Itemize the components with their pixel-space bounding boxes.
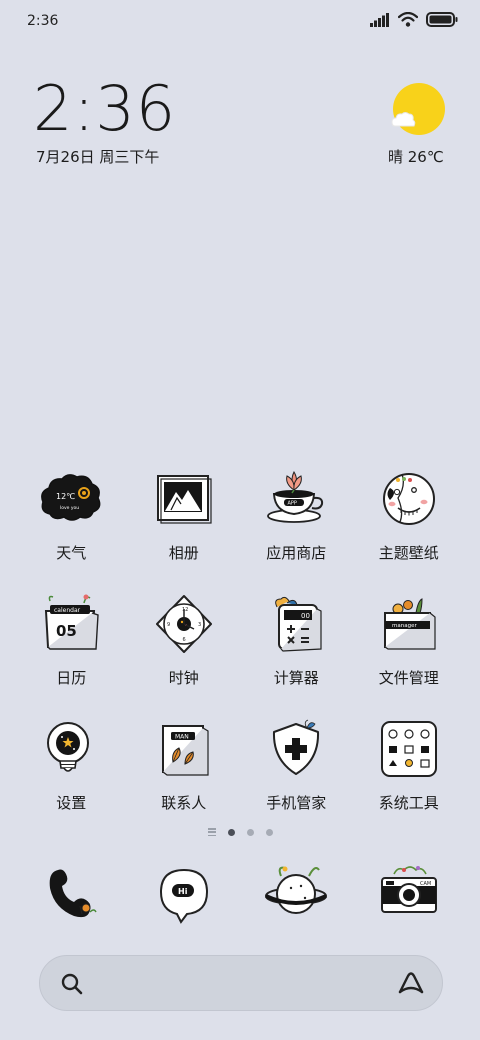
app-contacts[interactable]: MAN 联系人 [128,712,241,837]
search-bar[interactable] [39,955,443,1011]
app-weather[interactable]: 12℃ love you 天气 [15,462,128,587]
sun-cloud-icon[interactable] [388,82,446,140]
clock-widget-date[interactable]: 7月26日 周三下午 [36,146,159,167]
app-label: 手机管家 [266,794,327,812]
app-drawer-lines-icon[interactable] [207,828,216,836]
calendar-badge-text: calendar [54,607,81,614]
camera-icon: CAM [380,866,437,913]
smiley-face-icon [382,473,435,525]
app-store[interactable]: APP 应用商店 [240,462,353,587]
weather-icon-temp: 12℃ [56,492,75,501]
search-icon[interactable] [60,972,84,996]
app-label: 联系人 [161,794,207,812]
app-label: 日历 [56,669,87,687]
app-gallery[interactable]: 相册 [128,462,241,587]
weather-cloud-icon: 12℃ love you [41,474,101,521]
coffee-cup-icon: APP [267,470,324,523]
contact-book-icon: MAN [161,725,209,776]
calendar-day-text: 05 [56,622,77,640]
calculator-icon: 00 [275,596,322,652]
file-manager-badge-text: manager [392,623,417,629]
app-label: 相册 [168,544,199,562]
svg-text:3: 3 [198,622,201,628]
dock-camera[interactable]: CAM [353,858,466,928]
app-label: 文件管理 [378,669,439,687]
app-phone-manager[interactable]: 手机管家 [240,712,353,837]
app-label: 应用商店 [266,544,327,562]
app-store-badge-text: APP [288,501,297,507]
dock: Hi CAM [15,858,465,928]
weather-widget-text[interactable]: 晴 26℃ [388,146,444,167]
app-clock[interactable]: 12 3 6 9 时钟 [128,587,241,712]
lightbulb-icon [47,722,90,772]
dock-browser[interactable] [240,858,353,928]
app-grid: 12℃ love you 天气 相册 APP 应用商店 主题壁纸 calenda… [15,462,465,837]
shield-plus-icon [273,719,320,775]
page-dot[interactable] [246,828,254,836]
app-calculator[interactable]: 00 计算器 [240,587,353,712]
app-label: 时钟 [168,669,199,687]
assistant-icon[interactable] [396,970,426,998]
messages-badge-text: Hi [178,887,188,896]
folder-icon: manager [383,598,436,650]
app-label: 天气 [56,544,87,562]
app-label: 计算器 [273,669,319,687]
page-dot[interactable] [265,828,273,836]
tools-grid-icon [380,721,437,777]
app-label: 设置 [56,794,87,812]
app-settings[interactable]: 设置 [15,712,128,837]
svg-text:6: 6 [182,637,185,643]
weather-icon-sub: love you [60,505,79,511]
signal-icon [370,12,389,27]
page-indicator[interactable] [0,828,480,836]
app-file-manager[interactable]: manager 文件管理 [353,587,466,712]
contacts-badge-text: MAN [175,734,189,741]
page-dot-active[interactable] [227,828,235,836]
status-bar: 2:36 [0,0,480,44]
clock-icon: 12 3 6 9 [155,595,212,653]
app-label: 系统工具 [378,794,439,812]
wifi-icon [398,12,418,27]
photo-frame-icon [156,475,212,524]
app-system-tools[interactable]: 系统工具 [353,712,466,837]
svg-text:9: 9 [167,622,170,628]
svg-text:00: 00 [301,612,310,620]
camera-badge-text: CAM [420,881,431,887]
phone-icon [49,869,97,918]
battery-icon [426,12,458,27]
dock-messages[interactable]: Hi [128,858,241,928]
app-calendar[interactable]: calendar 05 日历 [15,587,128,712]
clock-widget-time[interactable]: 2:36 [33,78,176,140]
status-time: 2:36 [27,13,59,29]
svg-text:12: 12 [182,607,188,613]
app-label: 主题壁纸 [378,544,439,562]
app-themes[interactable]: 主题壁纸 [353,462,466,587]
browser-planet-icon [265,866,328,914]
dock-phone[interactable] [15,858,128,928]
message-bubble-icon: Hi [159,868,208,924]
calendar-icon: calendar 05 [45,594,99,650]
